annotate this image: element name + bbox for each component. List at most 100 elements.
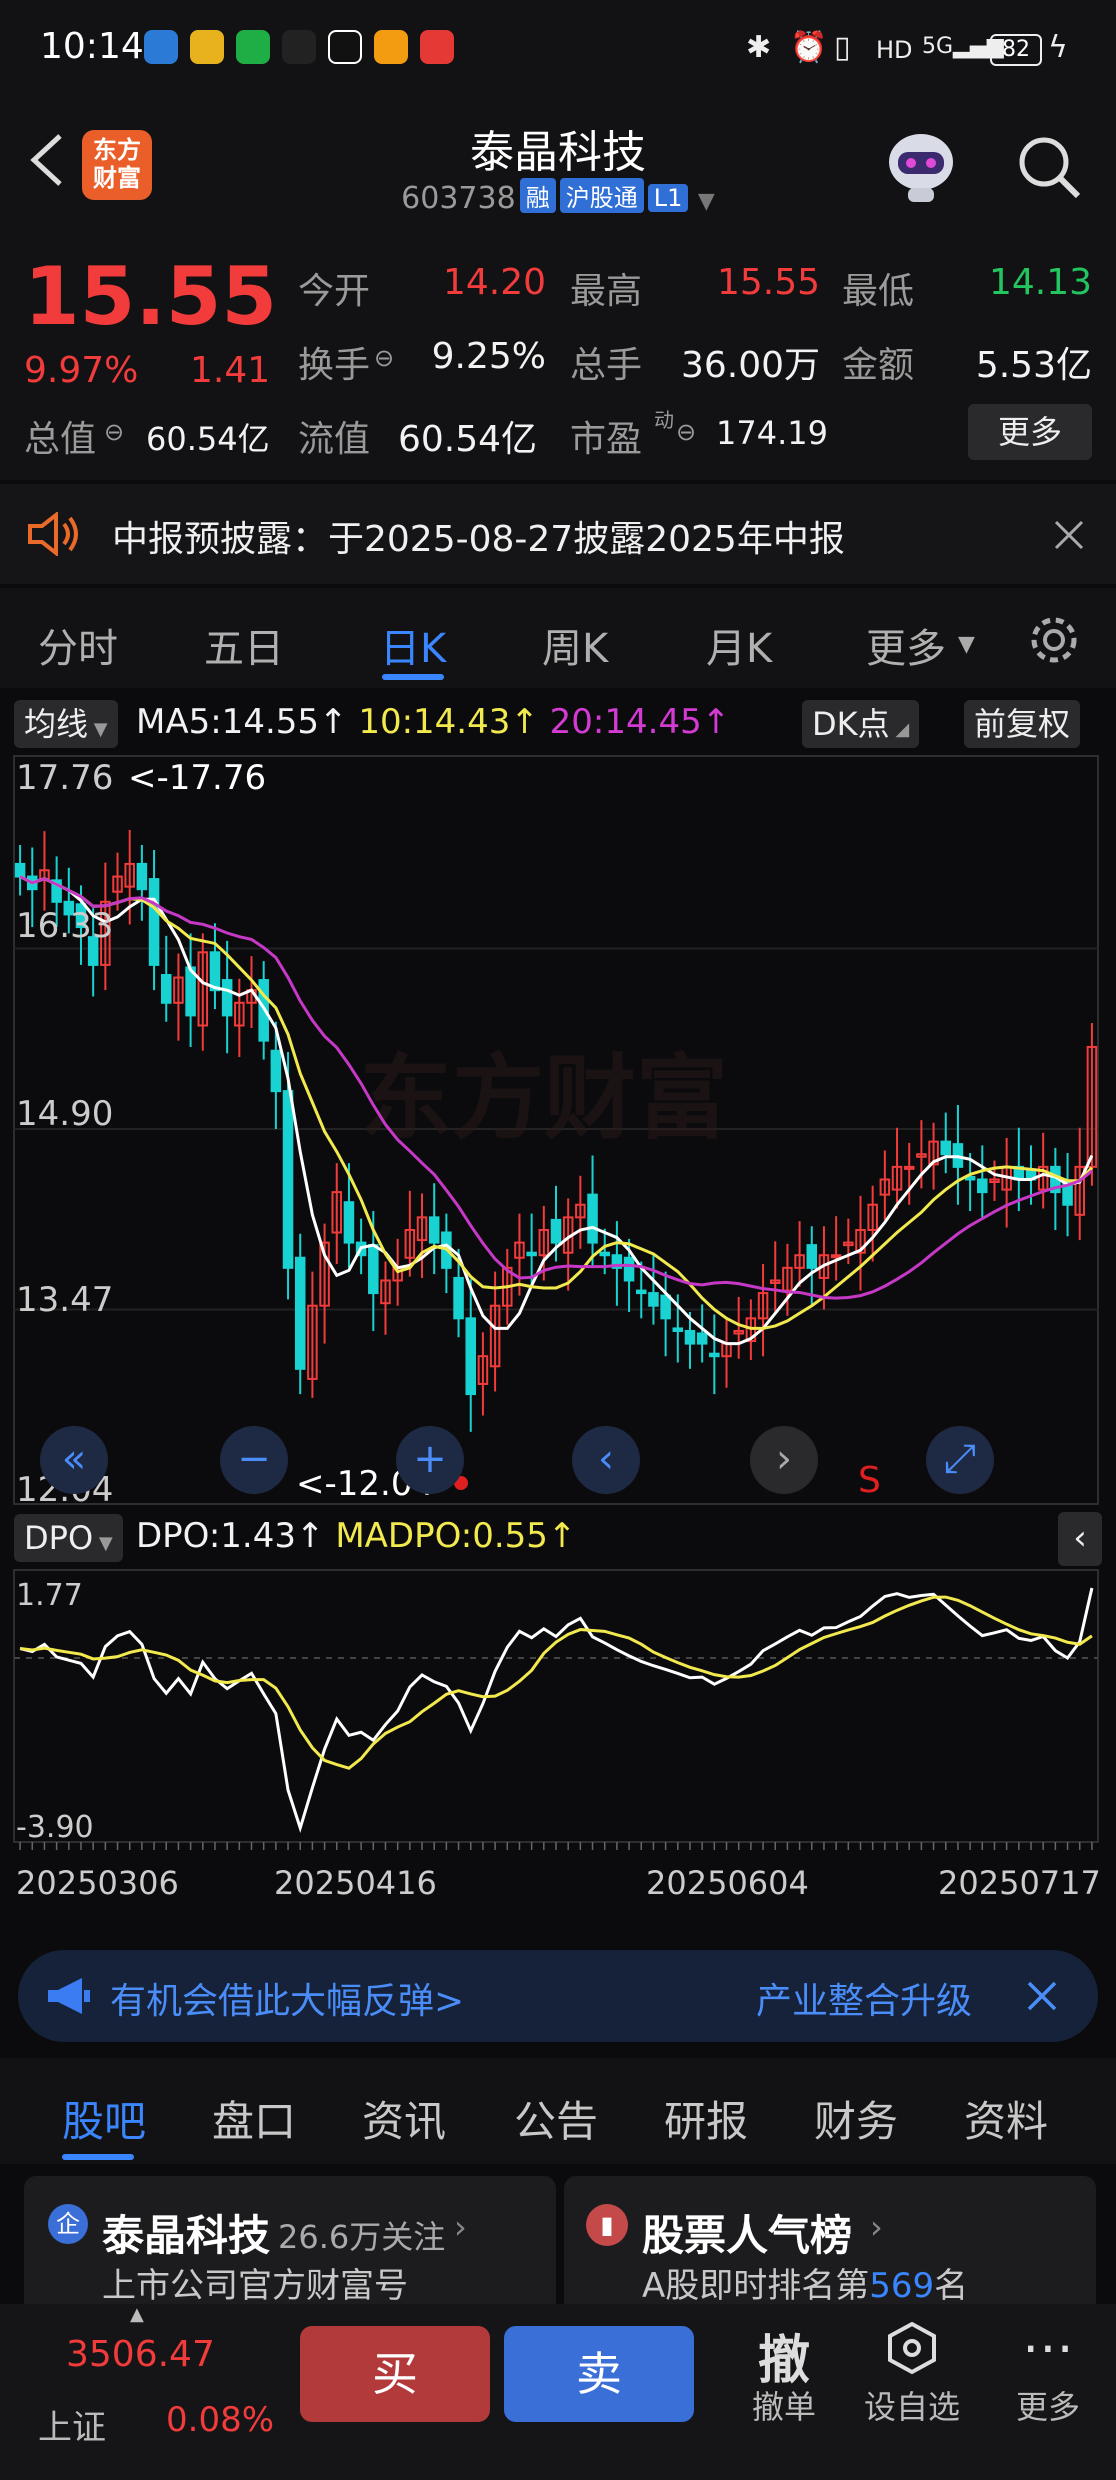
index-value[interactable]: 3506.47 (66, 2334, 215, 2375)
tab-five-day[interactable]: 五日 (204, 616, 284, 674)
close-icon[interactable] (1026, 1980, 1058, 2012)
tab-orderbook[interactable]: 盘口 (212, 2088, 296, 2149)
candle (14, 862, 26, 878)
tab-intraday[interactable]: 分时 (38, 616, 118, 674)
scroll-right-button[interactable]: › (750, 1426, 818, 1494)
dpo-line (19, 1587, 1094, 1834)
tab-research[interactable]: 研报 (664, 2088, 748, 2149)
buy-button[interactable]: 买 (300, 2326, 490, 2422)
zoom-in-button[interactable]: + (396, 1426, 464, 1494)
battery-icon: 82 (990, 34, 1042, 66)
candle (709, 1352, 720, 1358)
bluetooth-icon: ✱ (746, 30, 772, 65)
active-tab-indicator (62, 2154, 134, 2160)
candle (221, 979, 233, 1017)
tab-weekly-k[interactable]: 周K (542, 616, 608, 674)
more-dropdown-icon: ▼ (958, 632, 975, 657)
collapse-caret-icon[interactable]: ▲ (130, 2304, 144, 2325)
assistant-robot-icon[interactable] (878, 126, 964, 206)
candle (282, 1090, 294, 1269)
margin-tag: 融 (519, 178, 556, 213)
sell-signal-mark: S (858, 1460, 881, 1501)
fullscreen-button[interactable]: ⤢ (926, 1426, 994, 1494)
kline-svg: 东方财富 (13, 755, 1099, 1850)
marketcap-label: 总值 (24, 419, 97, 460)
weibo-app-icon (144, 30, 178, 64)
madpo-value: MADPO:0.55 (335, 1516, 548, 1556)
tab-profile[interactable]: 资料 (964, 2088, 1048, 2149)
collapse-panel-button[interactable]: ‹ (1058, 1512, 1102, 1566)
info-icon[interactable]: ⊖ (676, 418, 696, 446)
dpo-legend: DPO:1.43↑ MADPO:0.55↑ (136, 1516, 577, 1556)
stock-header: 东方财富 泰晶科技 603738 融沪股通 L1 ▼ (0, 96, 1116, 234)
pe-superscript: 动 (654, 408, 674, 432)
indicator-selector[interactable]: DPO ▼ (14, 1514, 123, 1562)
candle (209, 951, 221, 992)
add-watchlist-button[interactable]: 设自选 (856, 2318, 968, 2428)
candle (830, 1254, 842, 1259)
candle (903, 1165, 915, 1170)
more-dots-icon: ⋯ (1022, 2318, 1074, 2378)
banner-right-text[interactable]: 产业整合升级 (756, 1972, 972, 2024)
info-icon[interactable]: ⊖ (104, 418, 124, 446)
more-actions-button[interactable]: ⋯ 更多 (998, 2318, 1098, 2428)
info-icon[interactable]: ⊖ (374, 344, 394, 372)
tiktok-app-icon (282, 30, 316, 64)
dpo-bottom-label: -3.90 (16, 1810, 94, 1845)
card-company-sub: 上市公司官方财富号 (102, 2266, 408, 2306)
ranking-chart-icon: ▮ (586, 2204, 628, 2246)
scroll-left-button[interactable]: ‹ (572, 1426, 640, 1494)
candle (623, 1256, 635, 1282)
info-tabs: 股吧 盘口 资讯 公告 研报 财务 资料 (0, 2058, 1116, 2164)
watchlist-hexagon-icon (888, 2321, 936, 2375)
sell-button[interactable]: 卖 (504, 2326, 694, 2422)
vibrate-icon: ▯ (834, 30, 851, 65)
status-time: 10:14 (40, 26, 144, 67)
high-label: 最高 (570, 271, 643, 312)
dropdown-icon[interactable]: ▼ (698, 189, 715, 214)
zoom-out-button[interactable]: − (220, 1426, 288, 1494)
tab-financials[interactable]: 财务 (814, 2088, 898, 2149)
dpo-top-label: 1.77 (16, 1578, 83, 1613)
connect-tag: 沪股通 (559, 178, 644, 213)
banner-left-text[interactable]: 有机会借此大幅反弹> (110, 1972, 464, 2024)
candle (343, 1201, 355, 1244)
settings-gear-icon[interactable] (1026, 612, 1082, 668)
amount-label: 金额 (842, 345, 915, 386)
notice-text: 中报预披露：于2025-08-27披露2025年中报 (112, 519, 845, 560)
low-label: 最低 (842, 271, 915, 312)
candle (526, 1251, 537, 1257)
company-badge-icon: 企 (48, 2204, 88, 2244)
cancel-order-button[interactable]: 撤 撤单 (736, 2318, 832, 2428)
more-quote-button[interactable]: 更多 (968, 404, 1092, 460)
turnover-value: 9.25% (431, 336, 546, 377)
close-icon[interactable] (1054, 520, 1084, 550)
charging-icon: ϟ (1048, 30, 1068, 65)
weibo-alt-app-icon (190, 30, 224, 64)
megaphone-icon (48, 1978, 90, 2014)
xiaohongshu-app-icon (420, 30, 454, 64)
dpo-chart-frame (13, 1569, 1099, 1843)
candle (428, 1216, 440, 1244)
scroll-left-fast-button[interactable]: « (40, 1426, 108, 1494)
stock-code: 603738 (401, 181, 516, 216)
search-icon[interactable] (1014, 132, 1084, 202)
kline-chart-panel[interactable]: 均线 ▼ MA5:14.55↑ 10:14.43↑ 20:14.45↑ DK点 … (0, 690, 1116, 1930)
candle (148, 878, 160, 966)
candle (160, 974, 172, 1004)
max-price-note: <-17.76 (128, 758, 267, 798)
alarm-icon: ⏰ (790, 30, 828, 65)
x-label-3: 20250604 (646, 1864, 809, 1902)
tab-more[interactable]: 更多 (866, 616, 946, 674)
candle (550, 1218, 562, 1244)
tab-daily-k[interactable]: 日K (380, 616, 446, 674)
tab-news[interactable]: 资讯 (362, 2088, 446, 2149)
notice-bar[interactable]: 中报预披露：于2025-08-27披露2025年中报 (0, 484, 1116, 584)
qq-app-icon (328, 30, 362, 64)
tab-monthly-k[interactable]: 月K (706, 616, 772, 674)
tab-announcements[interactable]: 公告 (514, 2088, 598, 2149)
tab-forum[interactable]: 股吧 (62, 2088, 146, 2149)
candle (587, 1193, 598, 1244)
promo-banner[interactable]: 有机会借此大幅反弹> 产业整合升级 (18, 1950, 1098, 2042)
card-follow-count: 26.6万关注 (278, 2218, 446, 2256)
